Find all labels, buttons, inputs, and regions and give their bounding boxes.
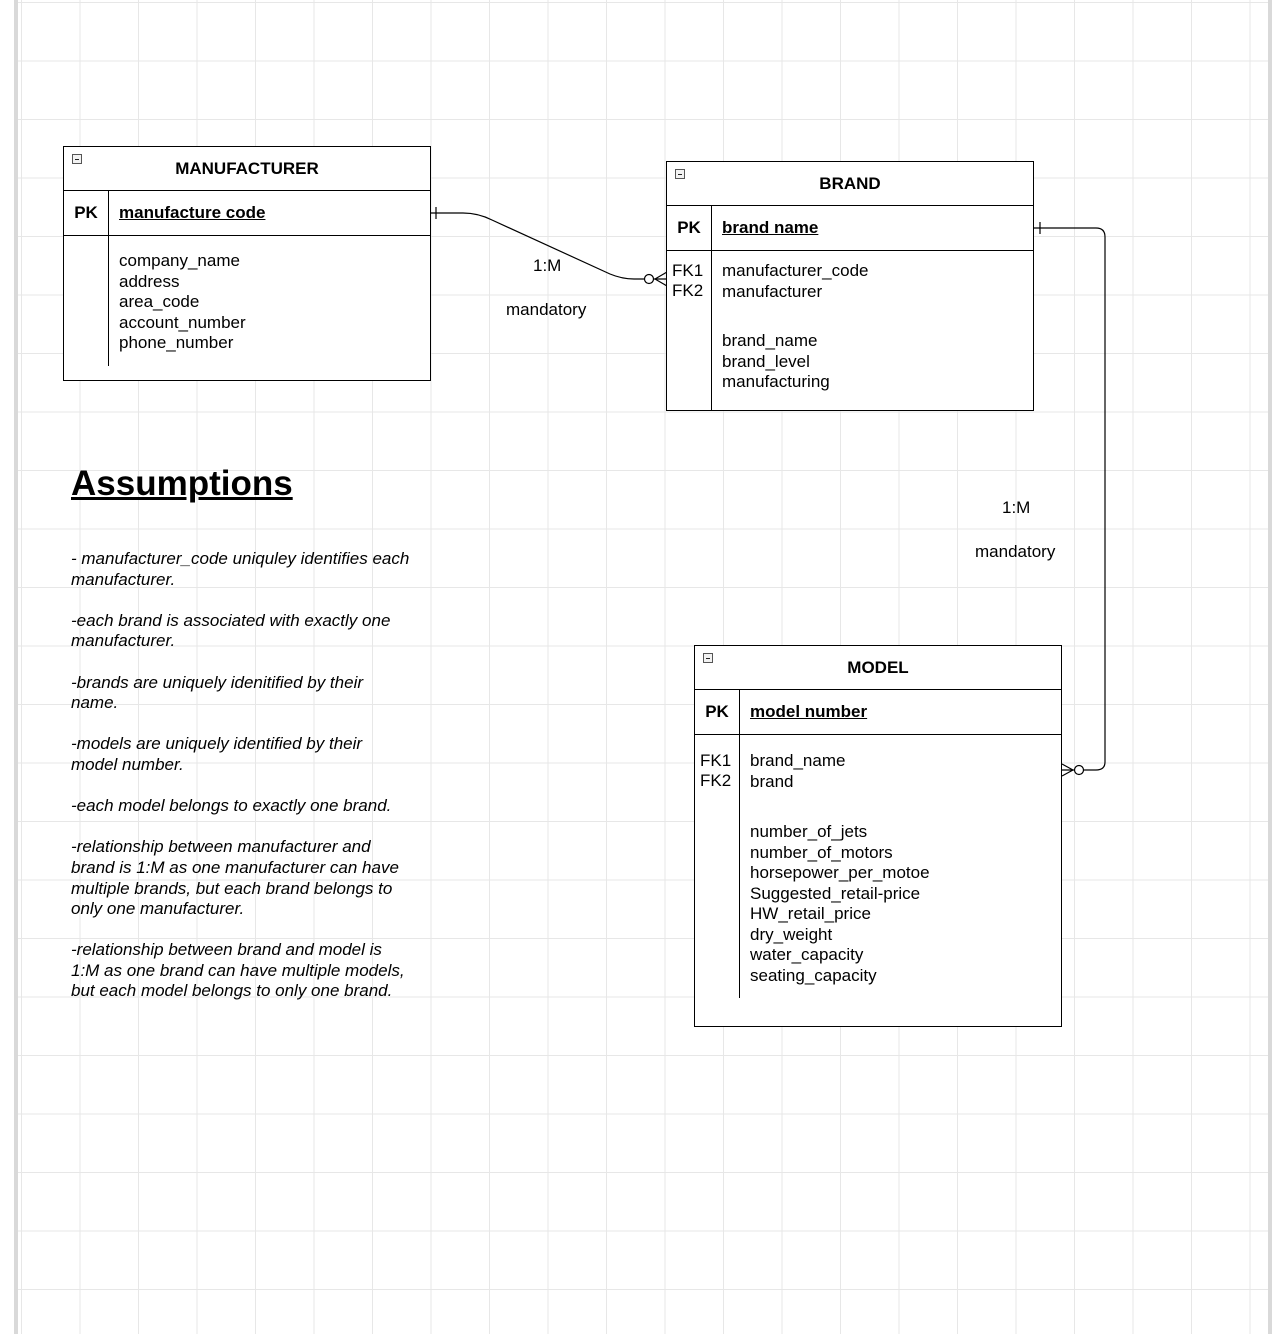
fk-label: FK1 xyxy=(700,751,732,770)
assumption-item: -relationship between brand and model is… xyxy=(71,940,405,1001)
entity-title: MANUFACTURER xyxy=(64,147,430,191)
attribute: phone_number xyxy=(119,333,234,352)
entity-manufacturer[interactable]: MANUFACTURER PK manufacture code company… xyxy=(63,146,431,381)
assumptions-heading: Assumptions xyxy=(71,464,293,503)
pk-label: PK xyxy=(705,702,729,721)
fk-attribute: manufacturer_code xyxy=(722,261,869,280)
assumption-item: -each model belongs to exactly one brand… xyxy=(71,796,392,816)
optional-circle xyxy=(1073,764,1085,776)
pk-name: manufacture code xyxy=(119,203,266,222)
pk-name: brand name xyxy=(722,218,819,237)
fk-label: FK2 xyxy=(672,281,704,300)
fk-attribute: manufacturer xyxy=(722,281,823,301)
primary-key-row: PK brand name xyxy=(667,206,1033,251)
entity-title-text: BRAND xyxy=(819,173,881,193)
participation-label: mandatory xyxy=(975,542,1056,561)
entity-model[interactable]: MODEL PK model number FK1 FK2 brand_name… xyxy=(694,645,1062,1027)
attribute: dry_weight xyxy=(750,924,833,944)
fk-labels: FK1 FK2 xyxy=(700,751,731,791)
column-divider xyxy=(710,206,712,251)
attribute: seating_capacity xyxy=(750,965,877,985)
assumption-item: -brands are uniquely idenitified by thei… xyxy=(71,672,364,713)
attribute: Suggested_retail-price xyxy=(750,883,921,903)
fk-attribute-list: brand_name brand xyxy=(750,751,845,792)
attribute: brand_name xyxy=(722,331,818,350)
attribute: manufacturing xyxy=(722,372,830,391)
attribute: area_code xyxy=(119,292,200,311)
participation-label: mandatory xyxy=(506,300,587,319)
attribute-list: company_name address area_code account_n… xyxy=(119,251,246,354)
fk-labels: FK1 FK2 xyxy=(672,261,703,301)
attribute: address xyxy=(119,271,180,291)
primary-key-row: PK model number xyxy=(695,690,1061,735)
collapse-icon[interactable] xyxy=(72,154,82,164)
attribute: brand_level xyxy=(722,351,810,371)
pk-label: PK xyxy=(677,218,701,237)
assumption-item: -relationship between manufacturer and b… xyxy=(71,837,399,919)
attribute: company_name xyxy=(119,251,240,270)
fk-label: FK2 xyxy=(700,771,732,790)
entity-title-text: MANUFACTURER xyxy=(175,158,319,178)
cardinality-label: 1:M xyxy=(1002,498,1031,517)
optional-circle xyxy=(643,273,655,285)
collapse-icon[interactable] xyxy=(675,169,685,179)
assumption-item: -models are uniquely identified by their… xyxy=(71,734,363,774)
collapse-icon[interactable] xyxy=(703,653,713,663)
attribute: number_of_motors xyxy=(750,842,893,862)
attribute: HW_retail_price xyxy=(750,904,871,923)
cardinality-label: 1:M xyxy=(533,256,562,275)
attribute: account_number xyxy=(119,312,246,332)
entity-title-text: MODEL xyxy=(847,657,909,677)
entity-title: BRAND xyxy=(667,162,1033,206)
entity-title: MODEL xyxy=(695,646,1061,690)
assumption-item: - manufacturer_code uniquley identifies … xyxy=(71,549,410,589)
assumption-item: -each brand is associated with exactly o… xyxy=(71,610,391,651)
attribute: water_capacity xyxy=(750,945,864,964)
fk-attribute-list: manufacturer_code manufacturer xyxy=(722,261,868,302)
pk-label: PK xyxy=(74,203,98,222)
attribute-list: brand_name brand_level manufacturing xyxy=(722,331,830,393)
column-divider xyxy=(738,735,740,998)
column-divider xyxy=(107,236,109,366)
attribute: number_of_jets xyxy=(750,822,868,841)
pk-name: model number xyxy=(750,702,868,721)
fk-attribute: brand xyxy=(750,771,794,791)
fk-label: FK1 xyxy=(672,261,704,280)
primary-key-row: PK manufacture code xyxy=(64,191,430,236)
fk-attribute: brand_name xyxy=(750,751,846,770)
assumptions-list: - manufacturer_code uniquley identifies … xyxy=(71,549,411,1023)
attribute: horsepower_per_motoe xyxy=(750,863,930,882)
column-divider xyxy=(107,191,109,236)
attribute-list: number_of_jets number_of_motors horsepow… xyxy=(750,822,930,986)
column-divider xyxy=(710,251,712,411)
column-divider xyxy=(738,690,740,735)
entity-brand[interactable]: BRAND PK brand name FK1 FK2 manufacturer… xyxy=(666,161,1034,411)
